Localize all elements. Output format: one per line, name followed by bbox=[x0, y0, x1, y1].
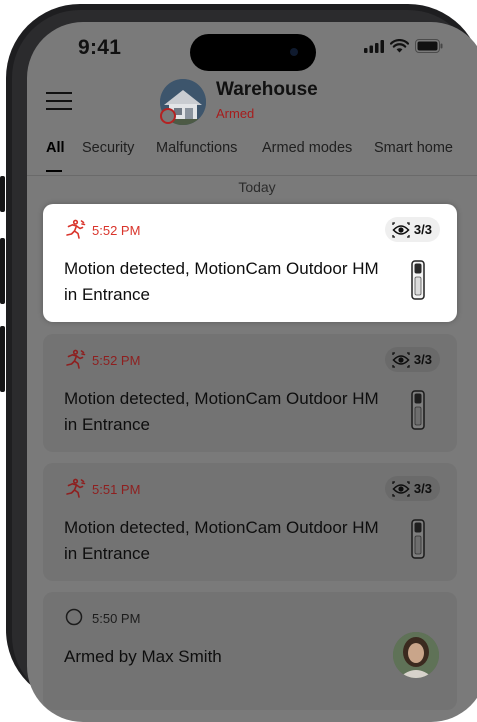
tabs-divider bbox=[27, 175, 477, 176]
dynamic-island bbox=[190, 34, 316, 71]
event-filter-tabs: All Security Malfunctions Armed modes Sm… bbox=[27, 140, 477, 170]
event-time: 5:50 PM bbox=[92, 611, 141, 626]
event-card[interactable]: 5:52 PM 3/3 Motion detected, MotionCam O… bbox=[43, 204, 457, 322]
eye-icon bbox=[392, 480, 410, 497]
event-description: Motion detected, MotionCam Outdoor HM in… bbox=[64, 259, 379, 304]
tab-armed-modes[interactable]: Armed modes bbox=[262, 140, 352, 156]
armed-status-dot bbox=[160, 108, 176, 124]
event-time: 5:52 PM bbox=[92, 353, 141, 368]
eye-icon bbox=[392, 221, 410, 238]
menu-icon[interactable] bbox=[46, 91, 72, 111]
tab-all[interactable]: All bbox=[46, 140, 65, 156]
event-time: 5:52 PM bbox=[92, 223, 141, 238]
motioncam-device-icon bbox=[411, 260, 425, 300]
eye-icon bbox=[392, 351, 410, 368]
event-description: Motion detected, MotionCam Outdoor HM in… bbox=[64, 389, 379, 434]
photo-count-badge[interactable]: 3/3 bbox=[384, 476, 440, 501]
photo-count: 3/3 bbox=[413, 222, 432, 237]
motion-icon bbox=[66, 219, 86, 239]
person-photo-icon bbox=[393, 632, 439, 678]
event-description: Motion detected, MotionCam Outdoor HM in… bbox=[64, 518, 379, 563]
app-screen: 9:41 Warehouse Armed All Security Malfun… bbox=[27, 22, 477, 722]
tab-smart-home[interactable]: Smart home bbox=[374, 140, 453, 156]
motioncam-device-icon bbox=[411, 519, 425, 559]
signal-icon bbox=[364, 39, 384, 53]
motioncam-device-icon bbox=[411, 390, 425, 430]
active-tab-indicator bbox=[46, 170, 62, 172]
event-card[interactable]: 5:50 PM Armed by Max Smith bbox=[43, 592, 457, 710]
photo-count: 3/3 bbox=[413, 481, 432, 496]
phone-volume-up-button bbox=[0, 238, 5, 304]
event-description: Armed by Max Smith bbox=[64, 647, 222, 666]
user-avatar bbox=[393, 632, 439, 678]
event-card[interactable]: 5:52 PM 3/3 Motion detected, MotionCam O… bbox=[43, 334, 457, 452]
motion-icon bbox=[66, 349, 86, 369]
photo-count-badge[interactable]: 3/3 bbox=[384, 347, 440, 372]
day-header: Today bbox=[238, 179, 276, 195]
site-status: Armed bbox=[216, 106, 255, 121]
armed-circle-icon bbox=[65, 608, 83, 626]
photo-count: 3/3 bbox=[413, 352, 432, 367]
wifi-icon bbox=[390, 39, 409, 53]
event-time: 5:51 PM bbox=[92, 482, 141, 497]
event-card[interactable]: 5:51 PM 3/3 Motion detected, MotionCam O… bbox=[43, 463, 457, 581]
status-icons bbox=[364, 39, 443, 53]
phone-volume-down-button bbox=[0, 326, 5, 392]
tab-malfunctions[interactable]: Malfunctions bbox=[156, 140, 237, 156]
motion-icon bbox=[66, 478, 86, 498]
status-time: 9:41 bbox=[78, 36, 122, 59]
battery-icon bbox=[415, 39, 443, 53]
phone-side-button bbox=[0, 176, 5, 212]
photo-count-badge[interactable]: 3/3 bbox=[384, 217, 440, 242]
tab-security[interactable]: Security bbox=[82, 140, 134, 156]
site-name[interactable]: Warehouse bbox=[216, 79, 318, 101]
